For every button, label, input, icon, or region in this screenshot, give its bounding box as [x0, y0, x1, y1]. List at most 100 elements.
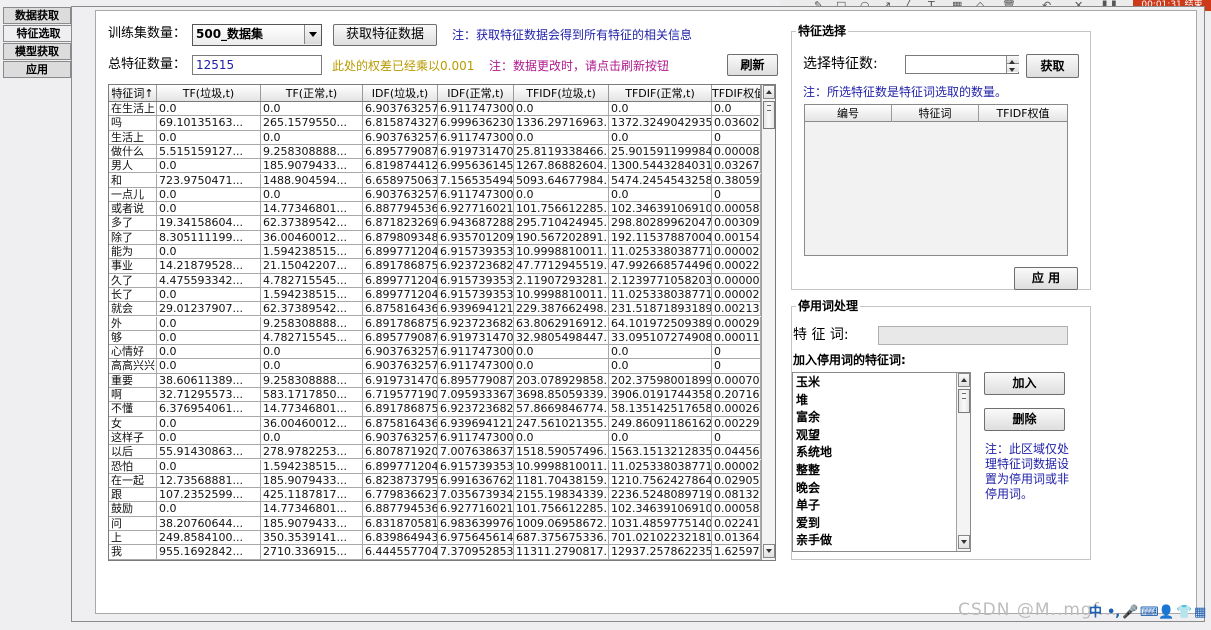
table-cell: 6.903763257...: [363, 102, 438, 117]
get-selected-features-button[interactable]: 获取: [1026, 54, 1079, 78]
feature-table-scrollbar[interactable]: [761, 85, 775, 560]
grid-icon[interactable]: ▦: [1194, 606, 1206, 620]
total-features-field[interactable]: 12515: [192, 55, 322, 75]
table-row[interactable]: 除了 8.305111199... 36.00460012... 6.87980934…: [109, 230, 761, 245]
table-row[interactable]: 跟 107.2352599... 425.1187817... 6.779836623…: [109, 488, 761, 503]
table-row[interactable]: 高高兴兴0.00.06.903763257...6.911747300...0.…: [109, 359, 761, 374]
scroll-thumb[interactable]: [763, 101, 775, 129]
selected-features-table[interactable]: 编号 特征词 TFIDF权值: [804, 104, 1068, 256]
table-cell: 0.0: [514, 345, 609, 360]
table-row[interactable]: 我 955.1692842... 2710.336915... 6.444557704…: [109, 545, 761, 560]
table-row[interactable]: 或者说0.014.77346801...6.887794536...6.9277…: [109, 202, 761, 217]
table-row[interactable]: 事业 14.21879528... 21.15042207... 6.89178687…: [109, 259, 761, 274]
list-item[interactable]: 富余: [796, 408, 820, 426]
scroll-down-icon[interactable]: [763, 544, 775, 558]
tab-data-acquire[interactable]: 数据获取: [3, 7, 71, 24]
table-row[interactable]: 久了 4.475593342... 4.782715545... 6.89977120…: [109, 273, 761, 288]
list-item[interactable]: 爱到: [796, 514, 820, 532]
table-row[interactable]: 不懂 6.376954061... 14.77346801... 6.89178687…: [109, 402, 761, 417]
scroll-thumb[interactable]: [958, 389, 970, 413]
table-row[interactable]: 心情好0.00.06.903763257...6.911747300...0.0…: [109, 345, 761, 360]
scroll-up-icon[interactable]: [763, 85, 775, 99]
ime-mode[interactable]: •,: [1107, 606, 1120, 620]
dataset-combo[interactable]: 500_数据集: [192, 24, 322, 46]
col-id[interactable]: 编号: [805, 105, 892, 122]
chevron-down-icon[interactable]: [304, 25, 321, 44]
col-weight[interactable]: TFIDF权值: [979, 105, 1067, 122]
table-row[interactable]: 这样子0.00.06.903763257...6.911747300...0.0…: [109, 430, 761, 446]
col-header-1[interactable]: TF(垃圾,t): [157, 85, 261, 101]
list-item[interactable]: 整整: [796, 461, 820, 479]
stopword-list-scrollbar[interactable]: [956, 373, 970, 551]
ime-lang[interactable]: 中: [1089, 606, 1102, 620]
apply-button[interactable]: 应 用: [1014, 267, 1078, 290]
add-stopword-button[interactable]: 加入: [984, 372, 1065, 395]
list-item[interactable]: 玉米: [796, 373, 820, 391]
col-header-3[interactable]: IDF(垃圾,t): [363, 85, 438, 101]
mic-icon[interactable]: 🎤: [1122, 606, 1138, 620]
table-row[interactable]: 一点儿0.00.06.903763257...6.911747300...0.0…: [109, 187, 761, 203]
table-row[interactable]: 做什么 5.515159127... 9.258308888... 6.8957790…: [109, 144, 761, 160]
list-item[interactable]: 单子: [796, 496, 820, 514]
table-cell: 2.11907293281...: [514, 273, 609, 288]
list-item[interactable]: 晚会: [796, 479, 820, 497]
table-row[interactable]: 够0.04.782715545...6.895779087...6.919731…: [109, 330, 761, 346]
table-row[interactable]: 在一起 12.73568881... 185.9079433... 6.8238737…: [109, 473, 761, 489]
list-item[interactable]: 观望: [796, 426, 820, 444]
user-icon[interactable]: 👤: [1158, 606, 1174, 620]
table-row[interactable]: 在生活上0.00.06.903763257...6.911747300...0.…: [109, 102, 761, 117]
tab-apply[interactable]: 应用: [3, 61, 71, 78]
table-row[interactable]: 啊 32.71295573... 583.1717850... 6.719577190…: [109, 388, 761, 403]
table-row[interactable]: 吗 69.10135163... 265.1579550... 6.815874327…: [109, 116, 761, 131]
stopword-word-field[interactable]: [878, 326, 1068, 345]
table-row[interactable]: 重要 38.60611389... 9.258308888... 6.91973147…: [109, 373, 761, 388]
stopword-list[interactable]: 玉米堆富余 观望 系统地 整整 晚会 单子 爱到 亲手做: [792, 372, 971, 552]
table-row[interactable]: 外0.09.258308888...6.891786875...6.923723…: [109, 316, 761, 331]
table-row[interactable]: 上 249.8584100... 350.3539141... 6.839864943…: [109, 531, 761, 546]
col-word[interactable]: 特征词: [892, 105, 979, 122]
tab-feature-select[interactable]: 特征选取: [3, 25, 73, 42]
keyboard-icon[interactable]: ⌨: [1140, 606, 1159, 620]
decrement-icon[interactable]: [1007, 64, 1019, 72]
table-row[interactable]: 就会 29.01237907... 62.37389542... 6.87581643…: [109, 302, 761, 317]
table-row[interactable]: 生活上0.00.06.903763257...6.911747300...0.0…: [109, 130, 761, 145]
table-cell: 3906.0191744358...: [609, 388, 712, 403]
table-row[interactable]: 鼓励0.014.77346801...6.887794536...6.92771…: [109, 502, 761, 517]
feature-table[interactable]: 特征词↑ TF(垃圾,t) TF(正常,t) IDF(垃圾,t) IDF(正常,t) TF…: [108, 84, 776, 561]
table-cell: 11.025338038771...: [609, 245, 712, 260]
feature-count-spinner[interactable]: [905, 55, 1019, 74]
table-cell: 687.375675336...: [514, 531, 609, 546]
table-cell: 0.0: [514, 102, 609, 117]
table-row[interactable]: 能为0.01.594238515...6.899771204...6.91573…: [109, 245, 761, 260]
scroll-up-icon[interactable]: [958, 373, 970, 387]
delete-stopword-button[interactable]: 删除: [984, 408, 1065, 431]
tab-model-acquire[interactable]: 模型获取: [3, 43, 71, 60]
table-cell: 33.095107274908...: [609, 330, 712, 346]
table-cell: 6.899771204...: [363, 287, 438, 303]
table-row[interactable]: 和 723.9750471... 1488.904594... 6.658975063…: [109, 173, 761, 188]
refresh-button[interactable]: 刷新: [727, 54, 778, 76]
shirt-icon[interactable]: 👕: [1176, 606, 1192, 620]
table-cell: 0.029051861...: [712, 473, 761, 489]
increment-icon[interactable]: [1007, 56, 1019, 64]
col-header-0[interactable]: 特征词↑: [109, 85, 157, 101]
col-header-7[interactable]: TFDIF权值差: [712, 85, 761, 101]
col-header-5[interactable]: TFIDF(垃圾,t): [514, 85, 609, 101]
feature-count-stepper[interactable]: [1006, 56, 1019, 73]
table-row[interactable]: 恐怕0.01.594238515...6.899771204...6.91573…: [109, 459, 761, 474]
col-header-2[interactable]: TF(正常,t): [261, 85, 363, 101]
list-item[interactable]: 亲手做: [796, 531, 832, 549]
table-row[interactable]: 以后 55.91430863... 278.9782253... 6.80787192…: [109, 445, 761, 460]
scroll-down-icon[interactable]: [958, 535, 970, 549]
table-row[interactable]: 女0.036.00460012...6.875816436...6.939694…: [109, 416, 761, 431]
table-row[interactable]: 男人0.0185.9079433...6.819874412...6.99563…: [109, 159, 761, 174]
get-feature-data-button[interactable]: 获取特征数据: [333, 24, 437, 46]
list-item[interactable]: 堆: [796, 391, 808, 409]
table-row[interactable]: 长了0.01.594238515...6.899771204...6.91573…: [109, 287, 761, 303]
stopword-word-label: 特 征 词:: [793, 327, 849, 343]
table-row[interactable]: 问 38.20760644... 185.9079433... 6.831870581…: [109, 516, 761, 531]
col-header-6[interactable]: TFDIF(正常,t): [609, 85, 712, 101]
table-row[interactable]: 多了 19.34158604... 62.37389542... 6.87182326…: [109, 216, 761, 231]
list-item[interactable]: 系统地: [796, 443, 832, 461]
col-header-4[interactable]: IDF(正常,t): [438, 85, 514, 101]
